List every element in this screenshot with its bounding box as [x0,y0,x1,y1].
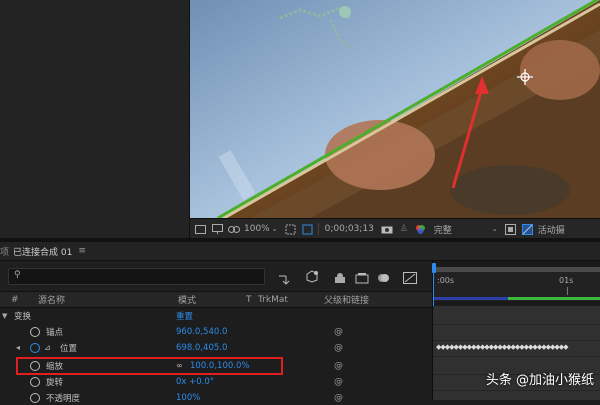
comp-mini-flowchart-icon[interactable] [278,270,292,289]
frame-blending-icon[interactable] [355,269,369,288]
pick-whip-icon[interactable]: @ [334,361,343,371]
work-area-bar[interactable] [433,267,600,272]
transparency-toggle-icon[interactable] [521,222,535,236]
col-source-name[interactable]: 源名称 [38,293,65,306]
time-ruler[interactable]: :00s 01s [433,267,600,301]
position-keyframes[interactable]: ◆◆◆◆◆◆◆◆◆◆◆◆◆◆◆◆◆◆◆◆◆◆◆◆◆◆◆◆◆◆ [436,343,600,351]
camera-snapshot-icon[interactable] [380,222,394,236]
chevron-down-icon: ⌄ [271,225,278,233]
anchor-point-row[interactable]: 锚点 960.0,540.0 @ [0,324,432,339]
stopwatch-active-icon[interactable] [30,342,40,353]
draft-3d-icon[interactable] [305,268,319,287]
col-mode[interactable]: 模式 [178,293,196,306]
timeline-column-headers: # 源名称 模式 T TrkMat 父级和链接 [0,291,432,308]
timeline-header: 项 × 已连接合成 01 ≡ [0,242,600,261]
fast-preview-icon[interactable] [504,222,518,236]
track-row [433,390,600,391]
track-row [433,356,600,357]
search-icon: ⚲ [14,270,21,280]
transform-label: 变换 [14,311,32,322]
layer-search-input[interactable]: ⚲ [8,268,265,285]
color-channels-icon[interactable] [414,222,428,236]
keyframe-nav-icon[interactable]: ◂ [16,343,20,352]
chevron-down-icon: ⌄ [491,225,498,233]
zoom-value: 100% [244,224,270,234]
graph-editor-icon[interactable] [403,269,417,288]
graph-icon[interactable]: ⊿ [44,343,51,352]
project-panel [0,0,190,240]
rotation-value[interactable]: 0x +0.0° [176,377,214,387]
show-snapshot-icon[interactable]: ♙ [397,222,411,236]
ruler-tick [567,287,568,295]
ruler-mark-label: 01s [559,276,574,285]
watermark-text: 头条 @加油小猴纸 [485,373,594,388]
scale-highlight-annotation [16,357,283,375]
viewer-toolbar: 100% ⌄ 0;00;03;13 ♙ 完整 ⌄ 活动摄 [190,218,600,239]
anchor-point-value[interactable]: 960.0,540.0 [176,327,227,337]
track-row [433,340,600,341]
always-preview-icon[interactable] [193,222,207,236]
col-parent[interactable]: 父级和链接 [324,293,369,306]
tab-prefix: 项 [0,247,10,258]
stopwatch-icon[interactable] [30,376,40,387]
transparency-grid-icon[interactable] [301,222,315,236]
viewer-image [190,0,600,218]
position-label: 位置 [60,343,78,354]
active-camera-select[interactable]: 活动摄 [538,223,565,236]
anchor-point-label: 锚点 [46,327,64,338]
opacity-row[interactable]: 不透明度 100% @ [0,390,432,405]
expand-arrow-icon[interactable]: ▼ [2,312,7,320]
panel-menu-icon[interactable]: ≡ [78,246,86,256]
opacity-value[interactable]: 100% [176,393,200,403]
track-row [433,324,600,325]
motion-blur-icon[interactable] [377,269,391,288]
render-bar-blue [433,297,508,300]
position-value[interactable]: 698.0,405.0 [176,343,227,353]
transform-reset-link[interactable]: 重置 [176,310,193,322]
resolution-select[interactable]: 完整 ⌄ [434,223,498,236]
active-camera-label: 活动摄 [537,225,565,236]
current-time[interactable]: 0;00;03;13 [325,224,374,234]
pick-whip-icon[interactable]: @ [334,327,343,337]
opacity-label: 不透明度 [46,393,81,404]
resolution-value: 完整 [433,225,452,236]
monitor-icon[interactable] [210,222,224,236]
ruler-start-label: :00s [437,276,455,285]
col-hash: # [11,294,19,305]
region-of-interest-icon[interactable] [284,222,298,236]
watermark: 头条 @加油小猴纸 [486,369,594,388]
stopwatch-icon[interactable] [30,392,40,403]
stopwatch-icon[interactable] [30,326,40,337]
position-row[interactable]: ◂ ⊿ 位置 698.0,405.0 @ [0,340,432,355]
composition-viewer[interactable] [190,0,600,218]
mask-visibility-icon[interactable] [227,222,241,236]
toolbar-divider [317,223,319,235]
col-t: T [246,294,252,305]
shy-layers-icon[interactable] [333,269,347,288]
pick-whip-icon[interactable]: @ [334,343,343,353]
pick-whip-icon[interactable]: @ [334,377,343,387]
zoom-select[interactable]: 100% ⌄ [244,224,278,234]
layer-search-field[interactable] [27,270,261,283]
rotation-row[interactable]: 旋转 0x +0.0° @ [0,374,432,389]
pick-whip-icon[interactable]: @ [334,393,343,403]
composition-tab[interactable]: 已连接合成 01 [13,245,72,258]
transform-group-row[interactable]: ▼ 变换 重置 [0,308,432,323]
rotation-label: 旋转 [46,377,64,388]
col-trkmat[interactable]: TrkMat [258,295,288,305]
render-bar-green [508,297,600,300]
